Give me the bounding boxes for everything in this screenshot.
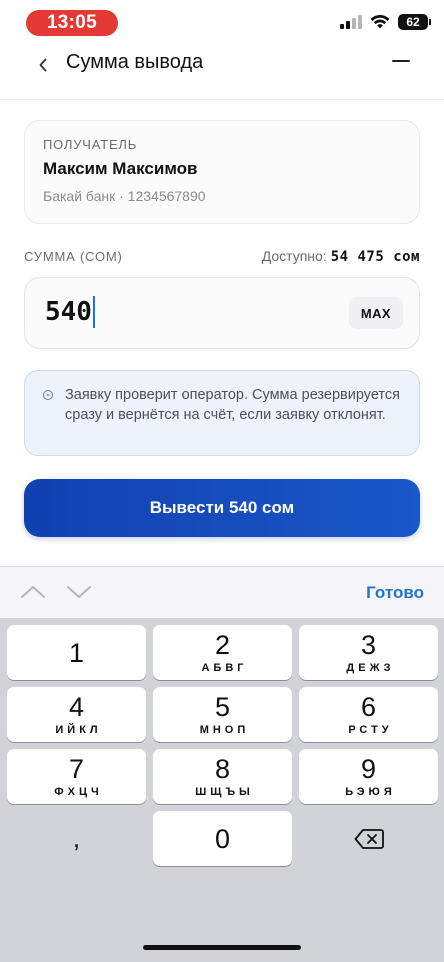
comma-glyph: , [72, 823, 81, 853]
key-letters: ЬЭЮЯ [345, 786, 396, 798]
done-button[interactable]: Готово [366, 583, 424, 603]
withdraw-button[interactable]: Вывести 540 сом [24, 479, 420, 537]
key-6[interactable]: 6 РСТУ [299, 687, 438, 742]
chevron-up-icon[interactable] [20, 581, 46, 603]
key-digit: 3 [360, 630, 377, 660]
key-7[interactable]: 7 ФХЦЧ [7, 749, 146, 804]
status-bar: 13:05 62 [0, 0, 444, 44]
key-digit: 9 [360, 754, 377, 784]
wifi-icon [370, 15, 390, 29]
amount-text: 540 [45, 297, 92, 327]
available-label: Доступно: [261, 248, 327, 264]
dash-icon [392, 60, 410, 62]
key-digit: 2 [214, 630, 231, 660]
key-letters: ИЙКЛ [55, 724, 102, 736]
menu-button[interactable] [392, 60, 412, 72]
key-8[interactable]: 8 ШЩЪЫ [153, 749, 292, 804]
key-letters: ШЩЪЫ [195, 786, 254, 798]
key-digit: 4 [68, 692, 85, 722]
recipient-card: ПОЛУЧАТЕЛЬ Максим Максимов Бакай банк · … [24, 120, 420, 224]
key-letters: ФХЦЧ [54, 786, 103, 798]
chevron-down-icon[interactable] [66, 581, 92, 603]
recipient-label: ПОЛУЧАТЕЛЬ [43, 137, 138, 152]
status-icons: 62 [340, 14, 431, 30]
key-digit: 1 [68, 637, 85, 668]
amount-input[interactable]: 540 MAX [24, 277, 420, 349]
key-digit: 0 [214, 823, 231, 854]
text-caret [92, 296, 95, 328]
key-letters: РСТУ [348, 724, 393, 736]
notice-text: Заявку проверит оператор. Сумма резервир… [65, 387, 401, 423]
cellular-signal-icon [340, 15, 362, 29]
key-0[interactable]: 0 [153, 811, 292, 866]
key-2[interactable]: 2 АБВГ [153, 625, 292, 680]
key-3[interactable]: 3 ДЕЖЗ [299, 625, 438, 680]
recipient-name: Максим Максимов [43, 159, 198, 178]
app-header: Сумма вывода [0, 40, 444, 100]
info-icon [43, 390, 53, 400]
available-balance: Доступно: 54 475 сом [262, 248, 420, 265]
page-title: Сумма вывода [66, 51, 204, 73]
numeric-keyboard: 1 2 АБВГ 3 ДЕЖЗ 4 ИЙКЛ 5 МНОП 6 РСТУ 7 Ф… [0, 618, 444, 962]
key-digit: 6 [360, 692, 377, 722]
amount-value: 540 [45, 296, 95, 328]
back-button[interactable] [30, 52, 56, 78]
key-digit: 7 [68, 754, 85, 784]
key-5[interactable]: 5 МНОП [153, 687, 292, 742]
chevron-left-icon [39, 58, 47, 72]
key-digit: 5 [214, 692, 231, 722]
available-value: 54 475 сом [330, 249, 420, 265]
max-button[interactable]: MAX [348, 297, 403, 329]
key-comma[interactable]: , [7, 811, 146, 866]
battery-icon: 62 [398, 14, 431, 30]
key-digit: 8 [214, 754, 231, 784]
status-time: 13:05 [26, 10, 118, 36]
key-delete[interactable] [299, 811, 438, 866]
key-letters: АБВГ [201, 662, 248, 674]
key-4[interactable]: 4 ИЙКЛ [7, 687, 146, 742]
key-letters: ДЕЖЗ [346, 662, 395, 674]
backspace-icon [354, 828, 384, 849]
keyboard-accessory-bar: Готово [0, 566, 444, 618]
info-notice: Заявку проверит оператор. Сумма резервир… [24, 370, 420, 456]
recipient-bank-account: Бакай банк · 1234567890 [43, 188, 206, 204]
amount-label: СУММА (СОМ) [24, 249, 123, 264]
key-9[interactable]: 9 ЬЭЮЯ [299, 749, 438, 804]
key-1[interactable]: 1 [7, 625, 146, 680]
key-letters: МНОП [199, 724, 250, 736]
home-indicator [143, 945, 301, 950]
